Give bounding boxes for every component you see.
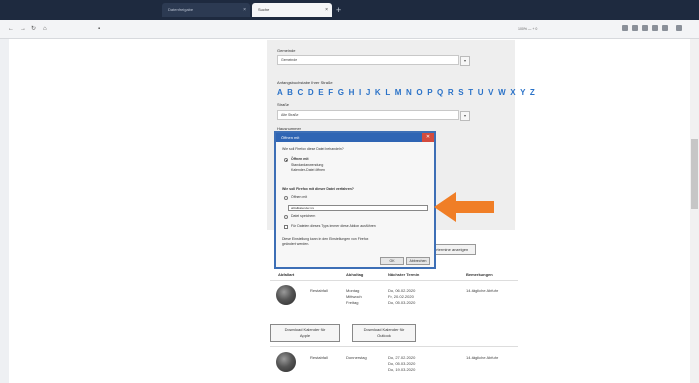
- addon-icon[interactable]: [662, 25, 668, 31]
- menu-icon[interactable]: [676, 25, 682, 31]
- annotation-arrow: [434, 192, 494, 222]
- divider: [270, 280, 518, 281]
- zoom-controls[interactable]: 100% — + 0: [518, 25, 576, 33]
- save-heading: Wie soll Firefox mit dieser Datei verfah…: [282, 187, 354, 191]
- download-outlook-button[interactable]: Download Kalender für Outlook: [352, 324, 416, 342]
- scrollbar[interactable]: [690, 39, 699, 383]
- reload-icon[interactable]: ↻: [31, 26, 36, 33]
- close-icon[interactable]: ✕: [422, 133, 434, 142]
- street-label: Straße: [277, 102, 290, 107]
- divider: [270, 346, 518, 347]
- pickup-days: Montag Mittwoch Freitag: [346, 288, 362, 305]
- lock-icon: ▪: [98, 26, 101, 32]
- municipality-select[interactable]: Gemeinde ▾: [277, 55, 470, 66]
- extension-icon[interactable]: [642, 25, 648, 31]
- tab-label: Suche: [258, 7, 270, 12]
- dialog-title: Öffnen mit ✕: [276, 133, 434, 142]
- forward-icon[interactable]: →: [20, 26, 26, 33]
- chevron-down-icon[interactable]: ▾: [460, 56, 470, 66]
- next-dates: Do, 27.02.2020 Do, 05.03.2020 Do, 19.03.…: [388, 355, 416, 372]
- back-icon[interactable]: ←: [8, 26, 14, 33]
- download-apple-button[interactable]: Download Kalender für Apple: [270, 324, 340, 342]
- waste-bin-icon: [276, 285, 296, 305]
- chevron-down-icon[interactable]: ▾: [460, 111, 470, 121]
- account-icon[interactable]: [652, 25, 658, 31]
- sidebar-icon[interactable]: [632, 25, 638, 31]
- waste-bin-icon: [276, 352, 296, 372]
- address-bar[interactable]: [112, 26, 372, 32]
- save-file-label: Datei speichern: [291, 214, 316, 218]
- close-icon[interactable]: ×: [325, 3, 328, 17]
- tab-bar: Datenfreigabe × Suche × +: [0, 0, 699, 20]
- dialog-intro: Wie soll Firefox diese Datei behandeln?: [282, 147, 344, 151]
- street-select[interactable]: Alte Straße ▾: [277, 110, 470, 121]
- street-value: Alte Straße: [281, 113, 299, 117]
- open-with-detail: Kalender-Datei öffnen: [291, 168, 325, 172]
- remember-label: Für Dateien dieses Typs immer diese Akti…: [291, 224, 376, 228]
- column-header-day: Abholtag: [346, 272, 364, 277]
- left-margin: [0, 39, 9, 383]
- remember-checkbox[interactable]: [284, 225, 288, 229]
- open-with-label: Öffnen mit: [291, 157, 309, 161]
- pickup-days: Donnerstag: [346, 355, 367, 360]
- open-with-radio[interactable]: [284, 158, 288, 162]
- home-icon[interactable]: ⌂: [43, 26, 47, 33]
- arrow-shape: [434, 192, 494, 222]
- navigation-bar: ← → ↻ ⌂ ▪ 100% — + 0: [0, 20, 699, 39]
- settings-note: geändert werden.: [282, 242, 310, 246]
- column-header-date: Nächster Termin: [388, 272, 420, 277]
- tab-datenfreigabe[interactable]: Datenfreigabe ×: [162, 3, 250, 17]
- tab-suche[interactable]: Suche ×: [252, 3, 332, 17]
- column-header-notes: Bemerkungen: [466, 272, 493, 277]
- open-option-label: Öffnen mit: [291, 195, 308, 199]
- application-field[interactable]: abfallkalender.ics: [288, 205, 428, 211]
- dialog-title-text: Öffnen mit: [281, 135, 300, 140]
- open-with-dialog: Öffnen mit ✕ Wie soll Firefox diese Date…: [274, 131, 436, 269]
- municipality-label: Gemeinde: [277, 48, 296, 53]
- ok-button[interactable]: OK: [380, 257, 404, 265]
- open-option-radio[interactable]: [284, 196, 288, 200]
- column-header-type: Abfallart: [278, 272, 295, 277]
- cancel-button[interactable]: Abbrechen: [406, 257, 430, 265]
- remarks: 14-tägliche Abfuhr: [466, 355, 499, 360]
- library-icon[interactable]: [622, 25, 628, 31]
- tab-label: Datenfreigabe: [168, 7, 194, 12]
- waste-type: Restabfall: [310, 288, 328, 293]
- initial-label: Anfangsbuchstabe Ihrer Straße: [277, 80, 333, 85]
- new-tab-icon[interactable]: +: [336, 3, 341, 17]
- waste-type: Restabfall: [310, 355, 328, 360]
- remarks: 14-tägliche Abfuhr: [466, 288, 499, 293]
- scrollbar-thumb[interactable]: [691, 139, 698, 209]
- alphabet-links[interactable]: A B C D E F G H I J K L M N O P Q R S T …: [277, 88, 536, 97]
- save-file-radio[interactable]: [284, 215, 288, 219]
- municipality-value: Gemeinde: [281, 58, 298, 62]
- next-dates: Do, 06.02.2020 Fr, 20.02.2020 Do, 05.03.…: [388, 288, 416, 305]
- close-icon[interactable]: ×: [243, 3, 246, 17]
